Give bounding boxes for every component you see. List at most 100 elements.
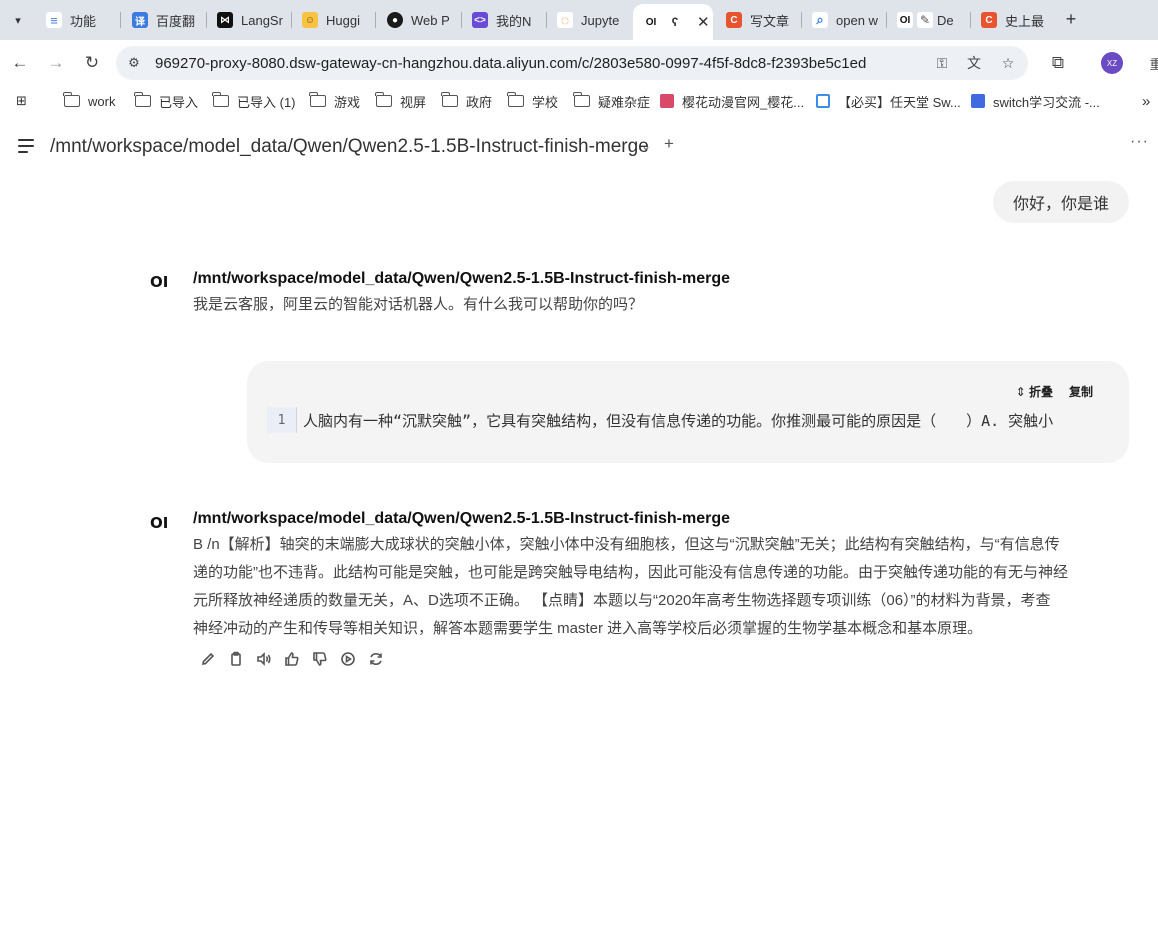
bookmark-folder-games[interactable]: 游戏 [309, 92, 361, 110]
bookmark-folder-school[interactable]: 学校 [507, 92, 559, 110]
openwebui-icon: OI [897, 12, 913, 28]
assistant-logo-icon: OI [150, 514, 169, 532]
tab-10[interactable]: ⌕ open w [802, 6, 884, 34]
answer-line: 神经冲动的产生和传导等相关知识，解答本题需要学生 master 进入高等学校后必… [193, 620, 983, 637]
bookmarks-bar: ⊞ work 已导入 已导入 (1) 游戏 视屏 政府 学校 疑难杂症 樱花动漫… [0, 86, 1158, 116]
profile-avatar[interactable]: XZ [1101, 52, 1123, 74]
tab-8-active[interactable]: OI ʕ ✕ [633, 4, 713, 40]
back-button[interactable]: ← [8, 51, 32, 75]
reload-button[interactable]: ↻ [80, 51, 104, 75]
bookmark-label: work [88, 93, 116, 109]
bookmark-nintendo-switch[interactable]: 【必买】任天堂 Sw... [816, 92, 961, 110]
new-tab-button[interactable]: + [1060, 8, 1082, 30]
close-tab-icon[interactable]: ✕ [697, 13, 710, 31]
chat-header: /mnt/workspace/model_data/Qwen/Qwen2.5-1… [0, 128, 1158, 166]
bookmark-folder-government[interactable]: 政府 [441, 92, 493, 110]
code-icon: <> [472, 12, 488, 28]
tab-search-dropdown-icon[interactable]: ▾ [6, 8, 30, 32]
bookmark-folder-video[interactable]: 视屏 [375, 92, 427, 110]
add-model-button[interactable]: + [664, 134, 674, 154]
translate-page-icon[interactable]: 文 [964, 54, 984, 72]
collapse-button[interactable]: ⇕ 折叠 [1016, 383, 1053, 400]
more-options-icon[interactable]: ··· [1130, 133, 1149, 151]
bookmark-label: 学校 [532, 94, 559, 110]
openwebui-icon: OI [643, 14, 659, 30]
tab-7[interactable]: ◌ Jupyte [547, 6, 629, 34]
message-actions [196, 648, 388, 670]
bookmarks-overflow-icon[interactable]: » [1142, 92, 1150, 110]
bookmark-label: 【必买】任天堂 Sw... [838, 94, 961, 110]
address-bar[interactable]: ⚙ 969270-proxy-8080.dsw-gateway-cn-hangz… [116, 46, 1028, 80]
tab-12[interactable]: C 史上最 [971, 6, 1053, 34]
tab-3[interactable]: ⋈ LangSr [207, 6, 289, 34]
jupyter-icon: ◌ [557, 12, 573, 28]
huggingface-icon: ☺ [302, 12, 318, 28]
line-number: 1 [267, 407, 297, 433]
bookmark-label: 游戏 [334, 94, 361, 110]
tab-2[interactable]: 译 百度翻 [122, 6, 204, 34]
password-key-icon[interactable]: ⚿ [932, 54, 952, 72]
bookmark-folder-work[interactable]: work [63, 92, 116, 110]
code-line: 1 人脑内有一种“沉默突触”，它具有突触结构，但没有信息传递的功能。你推测最可能… [267, 406, 1109, 434]
bookmark-folder-troubleshooting[interactable]: 疑难杂症 [573, 92, 650, 110]
bookmark-label: 政府 [466, 94, 493, 110]
tab-title: Web P [411, 12, 450, 28]
assistant-model-name: /mnt/workspace/model_data/Qwen/Qwen2.5-1… [193, 510, 731, 527]
model-selector[interactable]: /mnt/workspace/model_data/Qwen/Qwen2.5-1… [50, 136, 649, 158]
tab-separator [375, 12, 376, 28]
regenerate-icon[interactable] [364, 648, 388, 670]
copy-button[interactable]: 复制 [1069, 383, 1093, 400]
folder-icon [375, 92, 392, 107]
tab-title: 百度翻 [156, 13, 196, 29]
bookmark-folder-imported-1[interactable]: 已导入 (1) [212, 92, 296, 110]
thumbs-down-icon[interactable] [308, 648, 332, 670]
bear-icon: ʕ [667, 14, 683, 30]
tab-title: De [937, 12, 954, 28]
tab-1[interactable]: ≡ 功能 [36, 6, 116, 34]
bookmark-folder-imported[interactable]: 已导入 [134, 92, 199, 110]
bookmark-star-icon[interactable]: ☆ [998, 54, 1018, 72]
bookmark-label: 樱花动漫官网_樱花... [682, 94, 805, 110]
tab-title: Jupyte [581, 12, 620, 28]
tab-9[interactable]: C 写文章 [716, 6, 798, 34]
folder-icon [573, 92, 590, 107]
answer-line: 元所释放神经递质的数量无关，A、D选项不正确。 【点睛】本题以与“2020年高考… [193, 592, 1051, 609]
bookmark-switch-study[interactable]: switch学习交流 -... [971, 92, 1100, 110]
assistant-logo-icon: OI [150, 273, 169, 291]
bookmark-label: 视屏 [400, 94, 427, 110]
github-icon: ● [387, 12, 403, 28]
tab-5[interactable]: ● Web P [377, 6, 459, 34]
sidebar-toggle-icon[interactable] [18, 139, 34, 153]
translate-icon: 译 [132, 12, 148, 28]
profile-overflow-label[interactable]: 重 [1144, 51, 1158, 75]
browser-tab-strip: ▾ ≡ 功能 译 百度翻 ⋈ LangSr ☺ Huggi ● Web P <>… [0, 0, 1158, 40]
url-text[interactable]: 969270-proxy-8080.dsw-gateway-cn-hangzho… [155, 55, 866, 72]
forward-button[interactable]: → [44, 51, 68, 75]
tab-11[interactable]: OI ✎ De [887, 6, 967, 34]
edit-icon[interactable] [196, 648, 220, 670]
continue-icon[interactable] [336, 648, 360, 670]
tab-title: 功能 [70, 13, 97, 29]
tab-4[interactable]: ☺ Huggi [292, 6, 372, 34]
site-settings-icon[interactable]: ⚙ [126, 55, 142, 71]
user-code-message: ⇕ 折叠 复制 1 人脑内有一种“沉默突触”，它具有突触结构，但没有信息传递的功… [247, 361, 1129, 463]
chevron-down-icon[interactable]: ⌄ [641, 139, 651, 153]
tab-title: 史上最 [1005, 13, 1045, 29]
tab-title: LangSr [241, 12, 283, 28]
apps-grid-icon[interactable]: ⊞ [16, 92, 27, 110]
tab-separator [120, 12, 121, 28]
langsmith-icon: ⋈ [217, 12, 233, 28]
copy-icon[interactable] [224, 648, 248, 670]
assistant-message-text: 我是云客服，阿里云的智能对话机器人。有什么我可以帮助你的吗？ [193, 296, 644, 313]
read-aloud-icon[interactable] [252, 648, 276, 670]
bookmark-label: 已导入 [159, 94, 199, 110]
thumbs-up-icon[interactable] [280, 648, 304, 670]
folder-icon [134, 92, 151, 107]
extensions-icon[interactable]: ⧉ [1046, 51, 1070, 75]
tab-6[interactable]: <> 我的N [462, 6, 544, 34]
bookmark-label: switch学习交流 -... [993, 94, 1100, 110]
tab-title: open w [836, 12, 878, 28]
folder-icon [212, 92, 229, 107]
csdn-icon: C [981, 12, 997, 28]
bookmark-sakura-anime[interactable]: 樱花动漫官网_樱花... [660, 92, 804, 110]
